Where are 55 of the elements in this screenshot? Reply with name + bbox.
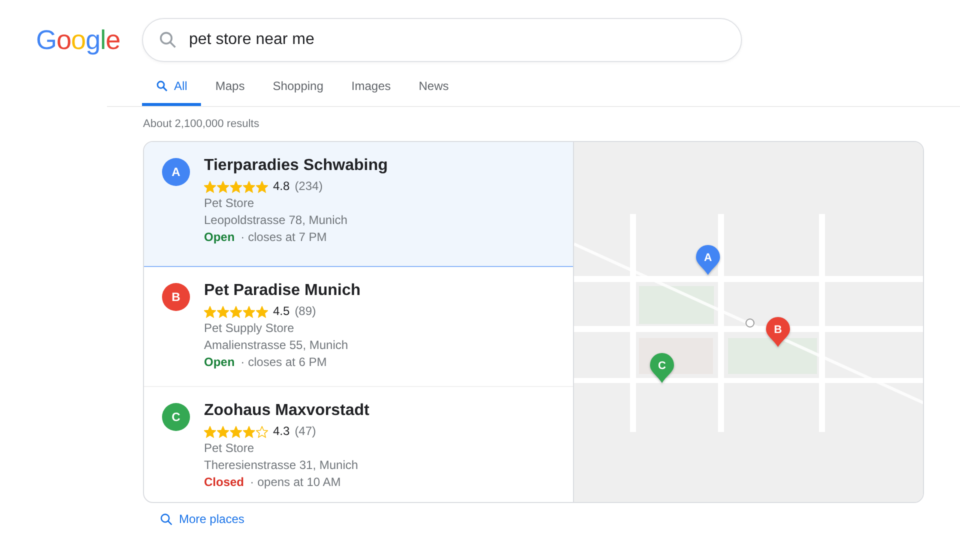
search-field[interactable]: pet store near me <box>142 18 742 62</box>
place-address: Theresienstrasse 31, Munich <box>204 457 360 474</box>
place-category: Pet Store <box>204 440 256 457</box>
place-category: Pet Supply Store <box>204 320 296 337</box>
star-icon <box>230 180 242 192</box>
place-marker: C <box>162 403 190 431</box>
star-icon <box>256 180 268 192</box>
search-tab[interactable]: Shopping <box>258 71 338 106</box>
star-icon <box>243 306 255 318</box>
place-address: Leopoldstrasse 78, Munich <box>204 212 348 229</box>
place-category: Pet Store <box>204 195 256 212</box>
rating-value: 4.3 <box>273 423 290 440</box>
place-name[interactable]: Pet Paradise Munich <box>204 281 360 301</box>
place-marker: A <box>162 158 190 186</box>
star-icon <box>230 306 242 318</box>
google-logo[interactable]: Google <box>36 26 120 54</box>
place-listing[interactable]: B Pet Paradise Munich 4.5 (89) Pet Supply Store Amalienstrasse 55, Munich Open · closes at 6 PM <box>144 267 573 387</box>
search-tab[interactable]: Images <box>337 71 405 106</box>
place-marker: B <box>162 283 190 311</box>
review-count: (89) <box>294 303 316 320</box>
star-icon <box>204 306 216 318</box>
hours-text: · opens at 10 AM <box>250 474 341 491</box>
star-icon <box>217 306 229 318</box>
map-pin[interactable]: A <box>695 244 721 276</box>
hours-text: · closes at 6 PM <box>240 354 327 371</box>
hours-text: · closes at 7 PM <box>240 229 327 246</box>
star-icon <box>217 426 229 438</box>
star-icon <box>256 306 268 318</box>
star-icon <box>217 180 229 192</box>
place-address: Amalienstrasse 55, Munich <box>204 337 350 354</box>
open-status: Open <box>204 354 235 371</box>
place-listing[interactable]: C Zoohaus Maxvorstadt 4.3 (47) Pet Store Theresienstrasse 31, Munich Closed · opens at 10 AM <box>144 387 573 502</box>
place-name[interactable]: Zoohaus Maxvorstadt <box>204 401 370 421</box>
place-listing[interactable]: A Tierparadies Schwabing 4.8 (234) Pet Store Leopoldstrasse 78, Munich Open · closes at 7 PM <box>144 142 573 267</box>
star-icon <box>243 426 255 438</box>
open-status: Open <box>204 229 235 246</box>
more-places-link[interactable]: More places <box>160 512 244 526</box>
search-tab[interactable]: Maps <box>201 71 259 106</box>
open-status: Closed <box>204 474 244 491</box>
search-icon <box>160 512 173 526</box>
star-icon <box>204 180 216 192</box>
review-count: (234) <box>294 178 323 195</box>
map-pin[interactable]: B <box>765 316 791 348</box>
rating-value: 4.5 <box>273 303 290 320</box>
rating-value: 4.8 <box>273 178 290 195</box>
star-icon <box>256 426 268 438</box>
search-tab[interactable]: All <box>142 71 202 106</box>
result-count: About 2,100,000 results <box>143 118 260 130</box>
star-icon <box>204 426 216 438</box>
star-icon <box>243 180 255 192</box>
search-tab[interactable]: News <box>404 71 463 106</box>
map-pin[interactable]: C <box>649 352 675 384</box>
review-count: (47) <box>294 423 316 440</box>
place-name[interactable]: Tierparadies Schwabing <box>204 156 388 176</box>
star-icon <box>230 426 242 438</box>
